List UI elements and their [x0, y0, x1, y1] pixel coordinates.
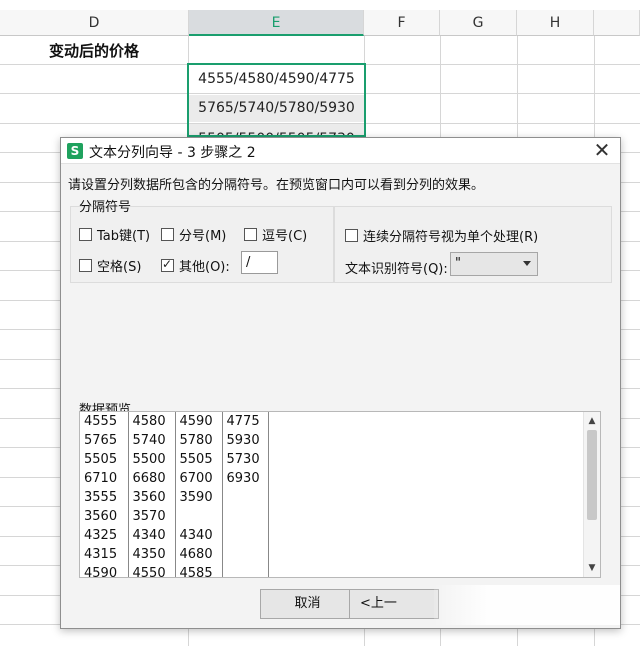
preview-cell: 4340: [128, 526, 176, 545]
dialog-titlebar[interactable]: S 文本分列向导 - 3 步骤之 2 ✕: [61, 138, 620, 164]
preview-cell: [175, 507, 223, 526]
preview-cell: 5505: [80, 450, 129, 469]
column-header-d[interactable]: D: [0, 10, 189, 36]
close-icon[interactable]: ✕: [592, 140, 612, 160]
delimiter-group-label: 分隔符号: [79, 200, 132, 215]
preview-cell: 4325: [80, 526, 129, 545]
wps-app-icon: S: [67, 143, 83, 159]
preview-row: 4555 4580 4590 4775: [80, 412, 269, 431]
checkbox-box[interactable]: [79, 259, 92, 272]
preview-scrollbar[interactable]: ▲ ▼: [583, 412, 600, 577]
dropdown-arrow-icon[interactable]: [523, 261, 531, 266]
preview-row: 5765 5740 5780 5930: [80, 431, 269, 450]
text-qualifier-value: ": [455, 256, 461, 271]
comma-checkbox[interactable]: 逗号(C): [244, 225, 307, 244]
preview-cell: 4680: [175, 545, 223, 564]
space-checkbox[interactable]: 空格(S): [79, 256, 141, 275]
preview-cell: 4775: [222, 412, 269, 431]
space-label: 空格(S): [97, 260, 142, 275]
column-header-blank[interactable]: [594, 10, 640, 36]
preview-cell: 3590: [175, 488, 223, 507]
preview-cell: 5500: [128, 450, 176, 469]
previous-button[interactable]: <上一: [349, 589, 439, 619]
preview-cell: 4550: [128, 564, 176, 577]
selection-border: [187, 63, 366, 137]
dialog-title: 文本分列向导 - 3 步骤之 2: [89, 145, 256, 161]
other-delimiter-input[interactable]: /: [241, 251, 278, 274]
preview-row: 4325 4340 4340: [80, 526, 269, 545]
preview-cell: [222, 564, 269, 577]
instruction-text: 请设置分列数据所包含的分隔符号。在预览窗口内可以看到分列的效果。: [68, 178, 485, 193]
preview-cell: 6680: [128, 469, 176, 488]
preview-cell: 6700: [175, 469, 223, 488]
preview-cell: 4585: [175, 564, 223, 577]
preview-cell: 5740: [128, 431, 176, 450]
column-header-e[interactable]: E: [189, 10, 364, 36]
semicolon-label: 分号(M): [179, 229, 227, 244]
tab-checkbox[interactable]: Tab键(T): [79, 225, 150, 244]
preview-cell: 5780: [175, 431, 223, 450]
cancel-button[interactable]: 取消: [260, 589, 355, 619]
column-header-f[interactable]: F: [364, 10, 440, 36]
preview-table: 4555 4580 4590 4775 5765 5740 5780 5930 5505 5500…: [80, 412, 269, 577]
other-label: 其他(O):: [179, 260, 230, 275]
preview-cell: 5930: [222, 431, 269, 450]
preview-row: 3555 3560 3590: [80, 488, 269, 507]
preview-cell: 5505: [175, 450, 223, 469]
checkbox-box[interactable]: [244, 228, 257, 241]
preview-cell: 4580: [128, 412, 176, 431]
consecutive-checkbox[interactable]: 连续分隔符号视为单个处理(R): [345, 226, 538, 245]
preview-cell: 3560: [128, 488, 176, 507]
preview-cell: 3555: [80, 488, 129, 507]
preview-cell: 3560: [80, 507, 129, 526]
column-header-g[interactable]: G: [440, 10, 517, 36]
text-qualifier-label: 文本识别符号(Q):: [345, 262, 448, 277]
preview-cell: 4590: [175, 412, 223, 431]
consecutive-label: 连续分隔符号视为单个处理(R): [363, 230, 539, 245]
preview-row: 4590 4550 4585: [80, 564, 269, 577]
preview-cell: [222, 545, 269, 564]
preview-cell: [222, 488, 269, 507]
checkbox-box[interactable]: [79, 228, 92, 241]
comma-label: 逗号(C): [262, 229, 308, 244]
preview-cell: 4340: [175, 526, 223, 545]
preview-cell: 5765: [80, 431, 129, 450]
preview-cell: 4350: [128, 545, 176, 564]
preview-cell: 5730: [222, 450, 269, 469]
checkbox-box-checked[interactable]: [161, 257, 174, 272]
screen-glare: [434, 585, 620, 625]
semicolon-checkbox[interactable]: 分号(M): [161, 225, 226, 244]
preview-cell: 3570: [128, 507, 176, 526]
preview-cell: 4315: [80, 545, 129, 564]
checkbox-box[interactable]: [161, 228, 174, 241]
preview-row: 4315 4350 4680: [80, 545, 269, 564]
scroll-thumb[interactable]: [587, 430, 597, 520]
preview-cell: 4555: [80, 412, 129, 431]
data-preview[interactable]: 4555 4580 4590 4775 5765 5740 5780 5930 5505 5500…: [79, 411, 601, 578]
preview-cell: 4590: [80, 564, 129, 577]
scroll-down-icon[interactable]: ▼: [584, 561, 600, 575]
cell-d1-header[interactable]: 变动后的价格: [0, 37, 188, 65]
preview-row: 3560 3570: [80, 507, 269, 526]
preview-cell: [222, 526, 269, 545]
preview-row: 6710 6680 6700 6930: [80, 469, 269, 488]
text-qualifier-select[interactable]: ": [450, 252, 538, 276]
tab-label: Tab键(T): [97, 229, 151, 244]
text-to-columns-dialog: S 文本分列向导 - 3 步骤之 2 ✕ 请设置分列数据所包含的分隔符号。在预览…: [60, 137, 621, 629]
preview-cell: 6930: [222, 469, 269, 488]
preview-cell: 6710: [80, 469, 129, 488]
scroll-up-icon[interactable]: ▲: [584, 414, 600, 428]
checkbox-box[interactable]: [345, 229, 358, 242]
preview-cell: [222, 507, 269, 526]
column-header-h[interactable]: H: [517, 10, 594, 36]
preview-row: 5505 5500 5505 5730: [80, 450, 269, 469]
other-checkbox[interactable]: 其他(O):: [161, 256, 230, 275]
